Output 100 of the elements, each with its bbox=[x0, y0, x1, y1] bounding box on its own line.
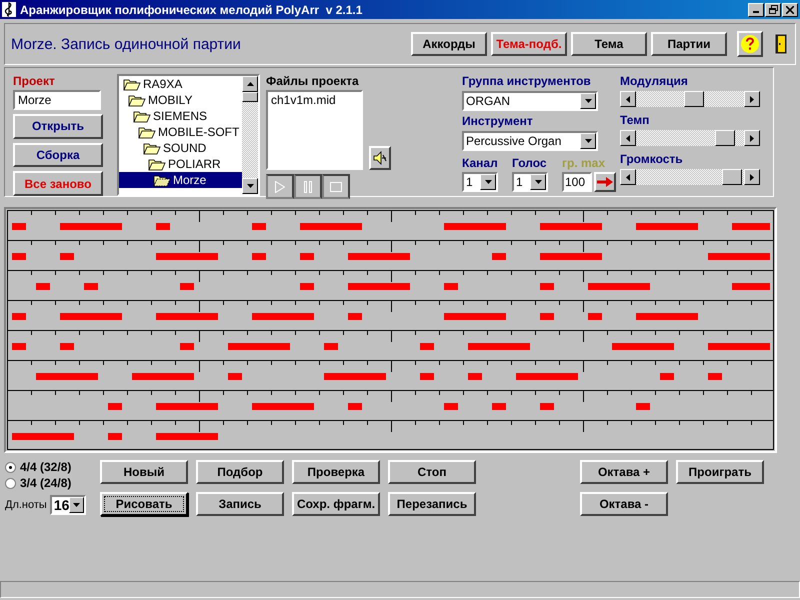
action-button[interactable]: Проверка bbox=[292, 460, 380, 484]
restore-button[interactable] bbox=[765, 2, 781, 16]
instrument-dropdown[interactable]: Percussive Organ bbox=[462, 131, 598, 151]
note-bar[interactable] bbox=[156, 313, 218, 320]
apply-button[interactable] bbox=[594, 172, 616, 192]
toolbar-button[interactable]: Партии bbox=[651, 32, 727, 56]
pause-button[interactable] bbox=[294, 174, 322, 199]
action-button[interactable]: Октава + bbox=[580, 460, 668, 484]
note-bar[interactable] bbox=[732, 283, 770, 290]
note-bar[interactable] bbox=[300, 253, 314, 260]
note-bar[interactable] bbox=[468, 343, 530, 350]
note-bar[interactable] bbox=[420, 343, 434, 350]
folder-item[interactable]: Morze bbox=[119, 172, 242, 188]
meter-radio[interactable]: 3/4 (24/8) bbox=[5, 476, 100, 490]
note-bar[interactable] bbox=[636, 223, 698, 230]
note-bar[interactable] bbox=[300, 223, 362, 230]
slider-thumb[interactable] bbox=[715, 130, 736, 146]
folder-item[interactable]: MOBILE-SOFT bbox=[119, 124, 242, 140]
note-bar[interactable] bbox=[444, 283, 458, 290]
project-field[interactable]: Morze bbox=[13, 90, 101, 110]
project-button[interactable]: Открыть bbox=[13, 114, 103, 139]
note-bar[interactable] bbox=[348, 403, 362, 410]
note-bar[interactable] bbox=[252, 313, 314, 320]
note-bar[interactable] bbox=[12, 433, 74, 440]
note-bar[interactable] bbox=[444, 313, 506, 320]
note-bar[interactable] bbox=[36, 373, 98, 380]
note-bar[interactable] bbox=[588, 313, 602, 320]
note-bar[interactable] bbox=[180, 343, 194, 350]
folder-item[interactable]: POLIARR bbox=[119, 156, 242, 172]
note-bar[interactable] bbox=[348, 283, 410, 290]
folder-item[interactable]: MOBILY bbox=[119, 92, 242, 108]
note-bar[interactable] bbox=[732, 223, 770, 230]
note-bar[interactable] bbox=[660, 373, 674, 380]
action-button[interactable]: Запись bbox=[196, 492, 284, 516]
note-bar[interactable] bbox=[708, 253, 770, 260]
note-bar[interactable] bbox=[84, 283, 98, 290]
action-button[interactable]: Проиграть bbox=[676, 460, 764, 484]
note-length-dropdown[interactable]: 16 bbox=[50, 495, 86, 515]
note-bar[interactable] bbox=[540, 283, 554, 290]
note-bar[interactable] bbox=[300, 283, 314, 290]
note-bar[interactable] bbox=[252, 223, 266, 230]
note-bar[interactable] bbox=[636, 313, 698, 320]
note-bar[interactable] bbox=[108, 403, 122, 410]
folder-item[interactable]: RA9XA bbox=[119, 76, 242, 92]
action-button[interactable]: Рисовать bbox=[100, 492, 188, 516]
slider-thumb[interactable] bbox=[722, 169, 742, 185]
note-bar[interactable] bbox=[12, 343, 26, 350]
note-bar[interactable] bbox=[348, 253, 410, 260]
stop-button[interactable] bbox=[322, 174, 350, 199]
note-bar[interactable] bbox=[132, 373, 194, 380]
speaker-button[interactable] bbox=[369, 146, 391, 170]
note-bar[interactable] bbox=[540, 253, 602, 260]
action-button[interactable]: Сохр. фрагм. bbox=[292, 492, 380, 516]
note-bar[interactable] bbox=[108, 433, 122, 440]
note-bar[interactable] bbox=[12, 253, 26, 260]
folder-item[interactable]: SIEMENS bbox=[119, 108, 242, 124]
note-bar[interactable] bbox=[60, 253, 74, 260]
note-bar[interactable] bbox=[540, 223, 602, 230]
note-bar[interactable] bbox=[156, 403, 218, 410]
note-bar[interactable] bbox=[708, 373, 722, 380]
note-bar[interactable] bbox=[420, 373, 434, 380]
note-bar[interactable] bbox=[540, 313, 554, 320]
note-bar[interactable] bbox=[444, 403, 458, 410]
toolbar-button[interactable]: Тема bbox=[571, 32, 647, 56]
radio-circle[interactable] bbox=[5, 478, 16, 488]
note-bar[interactable] bbox=[252, 253, 266, 260]
radio-circle[interactable] bbox=[5, 462, 16, 472]
note-bar[interactable] bbox=[444, 223, 506, 230]
folder-item[interactable]: SOUND bbox=[119, 140, 242, 156]
note-bar[interactable] bbox=[540, 403, 554, 410]
note-bar[interactable] bbox=[612, 343, 674, 350]
voice-dropdown[interactable]: 1 bbox=[512, 172, 548, 192]
note-bar[interactable] bbox=[156, 223, 170, 230]
note-bar[interactable] bbox=[636, 403, 650, 410]
note-bar[interactable] bbox=[180, 283, 194, 290]
note-bar[interactable] bbox=[324, 343, 338, 350]
project-button[interactable]: Сборка bbox=[13, 142, 103, 168]
action-button[interactable]: Подбор bbox=[196, 460, 284, 484]
note-bar[interactable] bbox=[156, 433, 218, 440]
note-bar[interactable] bbox=[468, 373, 482, 380]
note-bar[interactable] bbox=[516, 373, 578, 380]
door-icon[interactable] bbox=[775, 34, 787, 54]
note-bar[interactable] bbox=[36, 283, 50, 290]
action-button[interactable]: Новый bbox=[100, 460, 188, 484]
note-bar[interactable] bbox=[492, 253, 506, 260]
play-button[interactable] bbox=[266, 174, 294, 199]
channel-dropdown[interactable]: 1 bbox=[462, 172, 498, 192]
note-bar[interactable] bbox=[12, 313, 26, 320]
toolbar-button[interactable]: Аккорды bbox=[411, 32, 487, 56]
file-item[interactable]: ch1v1m.mid bbox=[271, 93, 358, 107]
action-button[interactable]: Октава - bbox=[580, 492, 668, 516]
note-bar[interactable] bbox=[228, 343, 290, 350]
note-bar[interactable] bbox=[156, 253, 218, 260]
scroll-thumb[interactable] bbox=[242, 92, 258, 102]
action-button[interactable]: Перезапись bbox=[388, 492, 476, 516]
note-bar[interactable] bbox=[324, 373, 386, 380]
scrollbar[interactable] bbox=[242, 76, 258, 194]
max-field[interactable]: 100 bbox=[562, 172, 592, 192]
note-bar[interactable] bbox=[12, 223, 26, 230]
note-bar[interactable] bbox=[60, 343, 74, 350]
